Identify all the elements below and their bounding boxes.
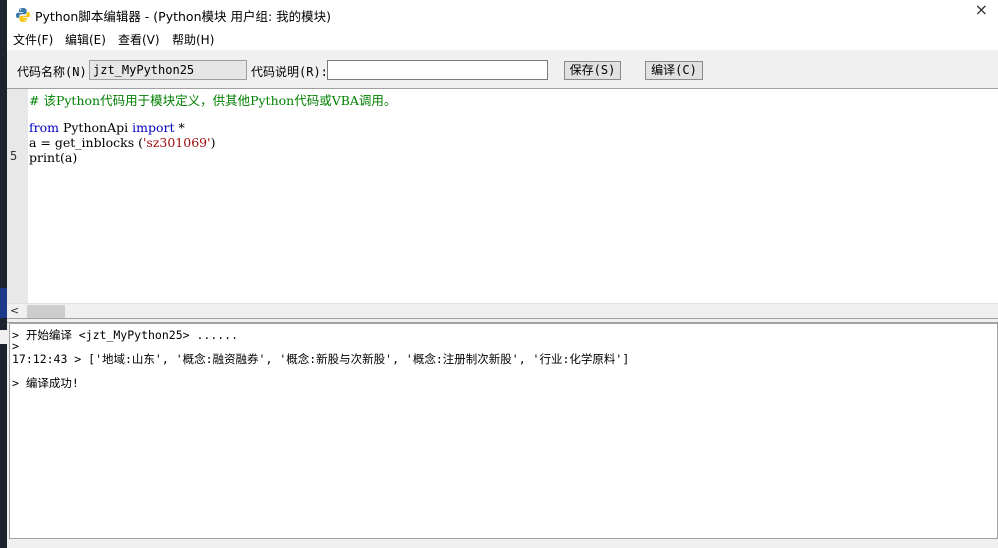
background-app-strip — [0, 0, 7, 548]
line-number: 5 — [10, 149, 18, 163]
window-title: Python脚本编辑器 - (Python模块 用户组: 我的模块) — [35, 9, 332, 24]
output-line: > 编译成功! — [12, 376, 79, 390]
menu-file[interactable]: 文件(F) — [13, 31, 53, 48]
background-app-label — [0, 330, 7, 344]
line-number-gutter: 5 — [7, 89, 28, 303]
code-desc-label: 代码说明(R): — [251, 65, 328, 79]
code-editor[interactable]: 5 # 该Python代码用于模块定义，供其他Python代码或VBA调用。 f… — [7, 88, 998, 319]
scroll-thumb[interactable] — [27, 305, 65, 318]
title-bar[interactable]: Python脚本编辑器 - (Python模块 用户组: 我的模块) × — [7, 0, 998, 28]
assign-prefix: a = get_inblocks ( — [29, 135, 143, 150]
keyword-import: import — [132, 120, 175, 135]
code-line-comment: # 该Python代码用于模块定义，供其他Python代码或VBA调用。 — [29, 93, 397, 108]
compile-button[interactable]: 编译(C) — [645, 61, 703, 80]
code-name-field[interactable] — [89, 60, 247, 80]
module-name: PythonApi — [58, 120, 133, 135]
python-script-editor-window: Python脚本编辑器 - (Python模块 用户组: 我的模块) × 文件(… — [7, 0, 998, 548]
close-icon[interactable]: × — [975, 0, 988, 19]
menu-view[interactable]: 查看(V) — [118, 31, 160, 48]
output-line: 17:12:43 > ['地域:山东', '概念:融资融券', '概念:新股与次… — [12, 352, 630, 366]
scroll-left-icon[interactable]: < — [10, 304, 19, 317]
background-app-highlight — [0, 288, 7, 318]
assign-suffix: ) — [210, 135, 216, 150]
code-line-import: from PythonApi import * — [29, 120, 185, 135]
menu-help[interactable]: 帮助(H) — [172, 31, 214, 48]
save-button[interactable]: 保存(S) — [564, 61, 621, 80]
output-pane[interactable]: > 开始编译 <jzt_MyPython25> ...... > 17:12:4… — [9, 323, 998, 539]
menu-bar: 文件(F) 编辑(E) 查看(V) 帮助(H) — [7, 28, 998, 50]
code-name-label: 代码名称(N): — [17, 65, 94, 79]
python-icon — [15, 7, 31, 23]
status-bar — [7, 539, 998, 548]
string-literal: 'sz301069' — [142, 135, 211, 150]
horizontal-scrollbar[interactable]: < — [7, 303, 998, 319]
import-rest: * — [174, 120, 185, 135]
menu-edit[interactable]: 编辑(E) — [65, 31, 106, 48]
code-line-print: print(a) — [29, 150, 78, 165]
code-desc-field[interactable] — [327, 60, 548, 80]
code-line-assign: a = get_inblocks ('sz301069') — [29, 135, 215, 150]
keyword-from: from — [29, 120, 59, 135]
output-line: > 开始编译 <jzt_MyPython25> ...... — [12, 328, 239, 342]
toolbar: 代码名称(N): 代码说明(R): 保存(S) 编译(C) — [7, 50, 998, 88]
